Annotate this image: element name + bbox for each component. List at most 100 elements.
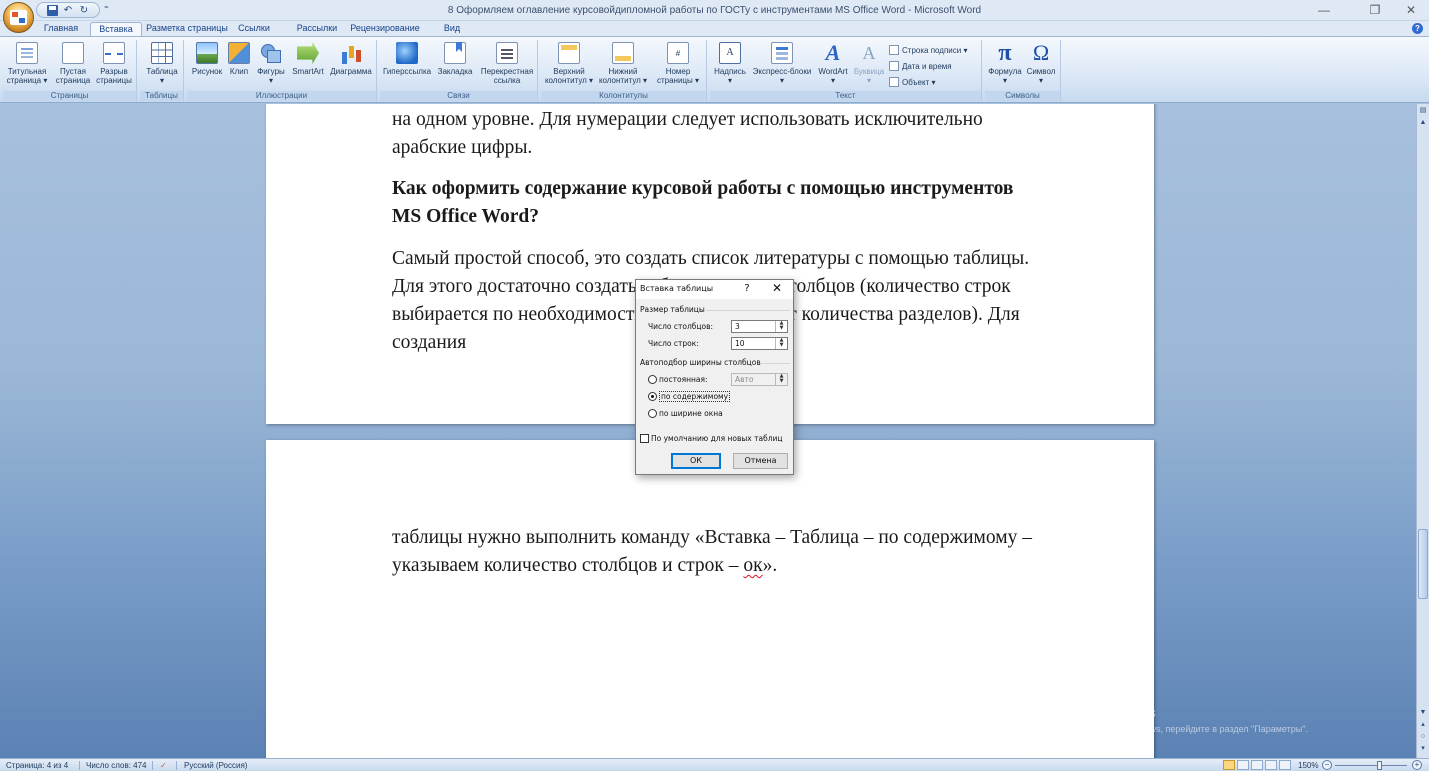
crossref-button[interactable]: Перекрестная ссылка (478, 40, 536, 85)
spinner-arrows-icon[interactable]: ▲ ▼ (775, 338, 787, 349)
ok-button[interactable]: ОК (671, 453, 721, 469)
object-button[interactable]: Объект ▾ (889, 76, 935, 89)
help-icon[interactable]: ? (1412, 23, 1423, 34)
proofing-icon[interactable]: ✓ (160, 759, 167, 771)
radio-content-label: по содержимому (659, 391, 731, 402)
radio-autofit-window[interactable]: по ширине окна (648, 408, 723, 419)
tab-review[interactable]: Рецензирование (340, 22, 430, 36)
radio-circle-icon (648, 375, 657, 384)
group-symbols-label: Символы (985, 91, 1060, 101)
qat-customize-button[interactable]: ⁼ (104, 4, 109, 15)
office-button[interactable] (3, 2, 34, 33)
undo-button[interactable]: ↶ (61, 4, 75, 17)
textbox-label: Надпись ▾ (714, 67, 746, 85)
rows-spinner[interactable]: 10 ▲ ▼ (731, 337, 788, 350)
blank-page-label: Пустая страница (55, 67, 91, 85)
heading-line[interactable]: Как оформить содержание курсовой работы … (392, 175, 1092, 203)
clip-button[interactable]: Клип (227, 40, 251, 76)
full-screen-view-icon[interactable] (1237, 760, 1249, 770)
picture-button[interactable]: Рисунок (189, 40, 225, 76)
zoom-in-button[interactable]: + (1412, 760, 1422, 770)
print-layout-view-icon[interactable] (1223, 760, 1235, 770)
footer-label: Нижний колонтитул ▾ (598, 67, 648, 85)
quick-parts-button[interactable]: Экспресс-блоки ▾ (750, 40, 814, 85)
table-button[interactable]: Таблица ▾ (142, 40, 182, 85)
chart-button[interactable]: Диаграмма (328, 40, 374, 76)
tab-insert[interactable]: Вставка (90, 22, 142, 36)
dropcap-button[interactable]: A Буквица ▾ (852, 40, 886, 85)
web-layout-view-icon[interactable] (1251, 760, 1263, 770)
zoom-out-button[interactable]: − (1322, 760, 1332, 770)
ruler-toggle-icon[interactable]: ▤ (1417, 106, 1429, 116)
symbol-button[interactable]: Ω Символ ▾ (1024, 40, 1058, 86)
wordart-button[interactable]: A WordArt ▾ (815, 40, 851, 86)
prev-page-icon[interactable]: ▴ (1417, 720, 1429, 730)
default-for-new-tables-checkbox[interactable]: По умолчанию для новых таблиц (640, 433, 783, 444)
restore-button[interactable]: ❐ (1357, 0, 1393, 21)
paragraph-line[interactable]: таблицы нужно выполнить команду «Вставка… (392, 524, 1092, 552)
close-window-button[interactable]: ✕ (1393, 0, 1429, 21)
vertical-scrollbar[interactable]: ▤ ▲ ▼ ▴ ○ ▾ (1416, 104, 1429, 758)
activation-watermark-title: Активация Windows (1036, 705, 1156, 720)
group-symbols: π Формула ▾ Ω Символ ▾ Символы (985, 40, 1061, 101)
header-button[interactable]: Верхний колонтитул ▾ (543, 40, 595, 85)
radio-fixed-width[interactable]: постоянная: (648, 374, 708, 385)
status-page[interactable]: Страница: 4 из 4 (6, 759, 68, 771)
heading-line[interactable]: MS Office Word? (392, 203, 1092, 231)
hyperlink-button[interactable]: Гиперссылка (382, 40, 432, 76)
radio-circle-icon (648, 409, 657, 418)
columns-spinner[interactable]: 3 ▲ ▼ (731, 320, 788, 333)
tab-mailings[interactable]: Рассылки (292, 22, 342, 36)
zoom-level[interactable]: 150% (1298, 759, 1318, 771)
paragraph-line[interactable]: указываем количество столбцов и строк – … (392, 552, 1092, 580)
tab-view[interactable]: Вид (440, 22, 464, 36)
dialog-help-button[interactable]: ? (740, 280, 754, 298)
page-break-button[interactable]: Разрыв страницы (95, 40, 133, 85)
tab-home[interactable]: Главная (38, 22, 84, 36)
cover-page-button[interactable]: Титульная страница ▾ (5, 40, 49, 85)
scroll-up-arrow-icon[interactable]: ▲ (1417, 118, 1429, 128)
status-word-count[interactable]: Число слов: 474 (86, 759, 146, 771)
tab-page-layout[interactable]: Разметка страницы (144, 22, 230, 36)
object-icon (889, 77, 899, 87)
chart-label: Диаграмма (330, 67, 372, 76)
draft-view-icon[interactable] (1279, 760, 1291, 770)
paragraph-line[interactable]: арабские цифры. (392, 134, 1092, 162)
globe-icon (396, 42, 418, 64)
bookmark-button[interactable]: Закладка (435, 40, 475, 76)
footer-button[interactable]: Нижний колонтитул ▾ (597, 40, 649, 85)
formula-button[interactable]: π Формула ▾ (987, 40, 1023, 85)
minimize-button[interactable]: — (1306, 0, 1342, 21)
next-page-icon[interactable]: ▾ (1417, 744, 1429, 754)
document-page-4b[interactable]: таблицы нужно выполнить команду «Вставка… (266, 440, 1154, 758)
formula-label: Формула ▾ (988, 67, 1022, 85)
shapes-button[interactable]: Фигуры ▾ (253, 40, 289, 85)
zoom-slider-handle[interactable] (1377, 761, 1382, 770)
smartart-button[interactable]: SmartArt (289, 40, 327, 76)
redo-button[interactable]: ↻ (77, 4, 91, 17)
tab-references[interactable]: Ссылки (230, 22, 278, 36)
chart-icon (340, 42, 362, 64)
textbox-button[interactable]: A Надпись ▾ (712, 40, 748, 85)
spinner-arrows-icon[interactable]: ▲ ▼ (775, 321, 787, 332)
date-time-button[interactable]: Дата и время (889, 60, 952, 73)
paragraph-line[interactable]: Самый простой способ, это создать список… (392, 245, 1092, 273)
outline-view-icon[interactable] (1265, 760, 1277, 770)
scroll-down-arrow-icon[interactable]: ▼ (1417, 708, 1429, 718)
cover-page-icon (16, 42, 38, 64)
status-language[interactable]: Русский (Россия) (184, 759, 247, 771)
scrollbar-thumb[interactable] (1418, 529, 1428, 599)
dialog-close-button[interactable]: ✕ (770, 280, 784, 298)
paragraph-line[interactable]: на одном уровне. Для нумерации следует и… (392, 106, 1092, 134)
browse-object-icon[interactable]: ○ (1417, 732, 1429, 742)
spinner-arrows-icon: ▲ ▼ (775, 374, 787, 385)
zoom-slider-track[interactable] (1335, 765, 1407, 766)
save-button[interactable] (45, 4, 59, 17)
cancel-button[interactable]: Отмена (733, 453, 788, 469)
radio-autofit-content[interactable]: по содержимому (648, 391, 731, 402)
signature-line-button[interactable]: Строка подписи ▾ (889, 44, 967, 57)
spelling-error[interactable]: ок (743, 555, 762, 576)
blank-page-button[interactable]: Пустая страница (55, 40, 91, 85)
page-number-button[interactable]: # Номер страницы ▾ (651, 40, 705, 85)
group-headerfooter: Верхний колонтитул ▾ Нижний колонтитул ▾… (541, 40, 707, 101)
